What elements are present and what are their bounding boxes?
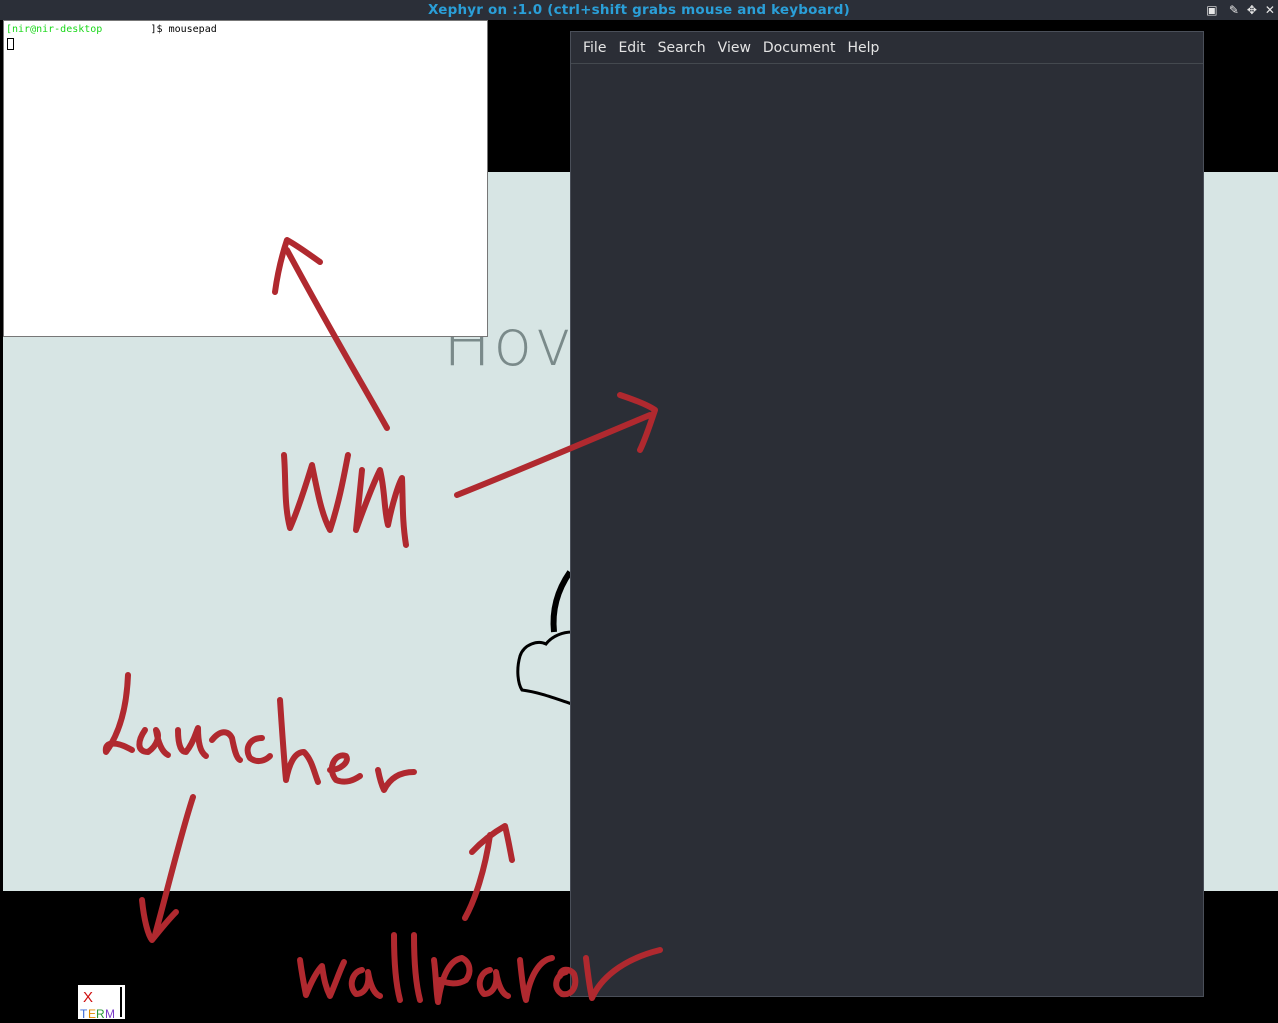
close-icon[interactable]: ✕ <box>1262 2 1278 18</box>
prompt-user: [nir@nir-desktop <box>6 24 103 35</box>
menubar: File Edit Search View Document Help <box>571 32 1203 64</box>
svg-text:R: R <box>96 1007 105 1019</box>
menu-file[interactable]: File <box>577 34 612 62</box>
text-editor-area[interactable] <box>571 64 1203 996</box>
xterm-icon[interactable]: X T E R M <box>76 983 127 1021</box>
terminal-window[interactable]: [nir@nir-desktop ]$ mousepad <box>3 20 488 337</box>
wallpaper-logo <box>516 570 573 706</box>
svg-text:T: T <box>80 1007 88 1019</box>
terminal-prompt-line: [nir@nir-desktop ]$ mousepad <box>6 24 217 35</box>
pin-icon[interactable]: ✎ <box>1226 2 1242 18</box>
mousepad-window[interactable]: File Edit Search View Document Help <box>570 31 1204 997</box>
menu-search[interactable]: Search <box>652 34 712 62</box>
window-title: Xephyr on :1.0 (ctrl+shift grabs mouse a… <box>427 2 851 18</box>
menu-view[interactable]: View <box>712 34 757 62</box>
terminal-command: mousepad <box>168 24 217 35</box>
menu-help[interactable]: Help <box>841 34 885 62</box>
prompt-end: ]$ <box>150 24 163 35</box>
svg-text:E: E <box>88 1007 96 1019</box>
menu-document[interactable]: Document <box>757 34 842 62</box>
terminal-cursor <box>7 38 14 50</box>
move-icon[interactable]: ✥ <box>1244 2 1260 18</box>
xephyr-titlebar: Xephyr on :1.0 (ctrl+shift grabs mouse a… <box>0 0 1278 20</box>
xterm-icon-graphic: X T E R M <box>78 985 125 1021</box>
svg-text:M: M <box>105 1007 115 1019</box>
svg-text:X: X <box>83 989 93 1006</box>
menu-edit[interactable]: Edit <box>612 34 651 62</box>
restore-icon[interactable]: ▣ <box>1204 2 1220 18</box>
